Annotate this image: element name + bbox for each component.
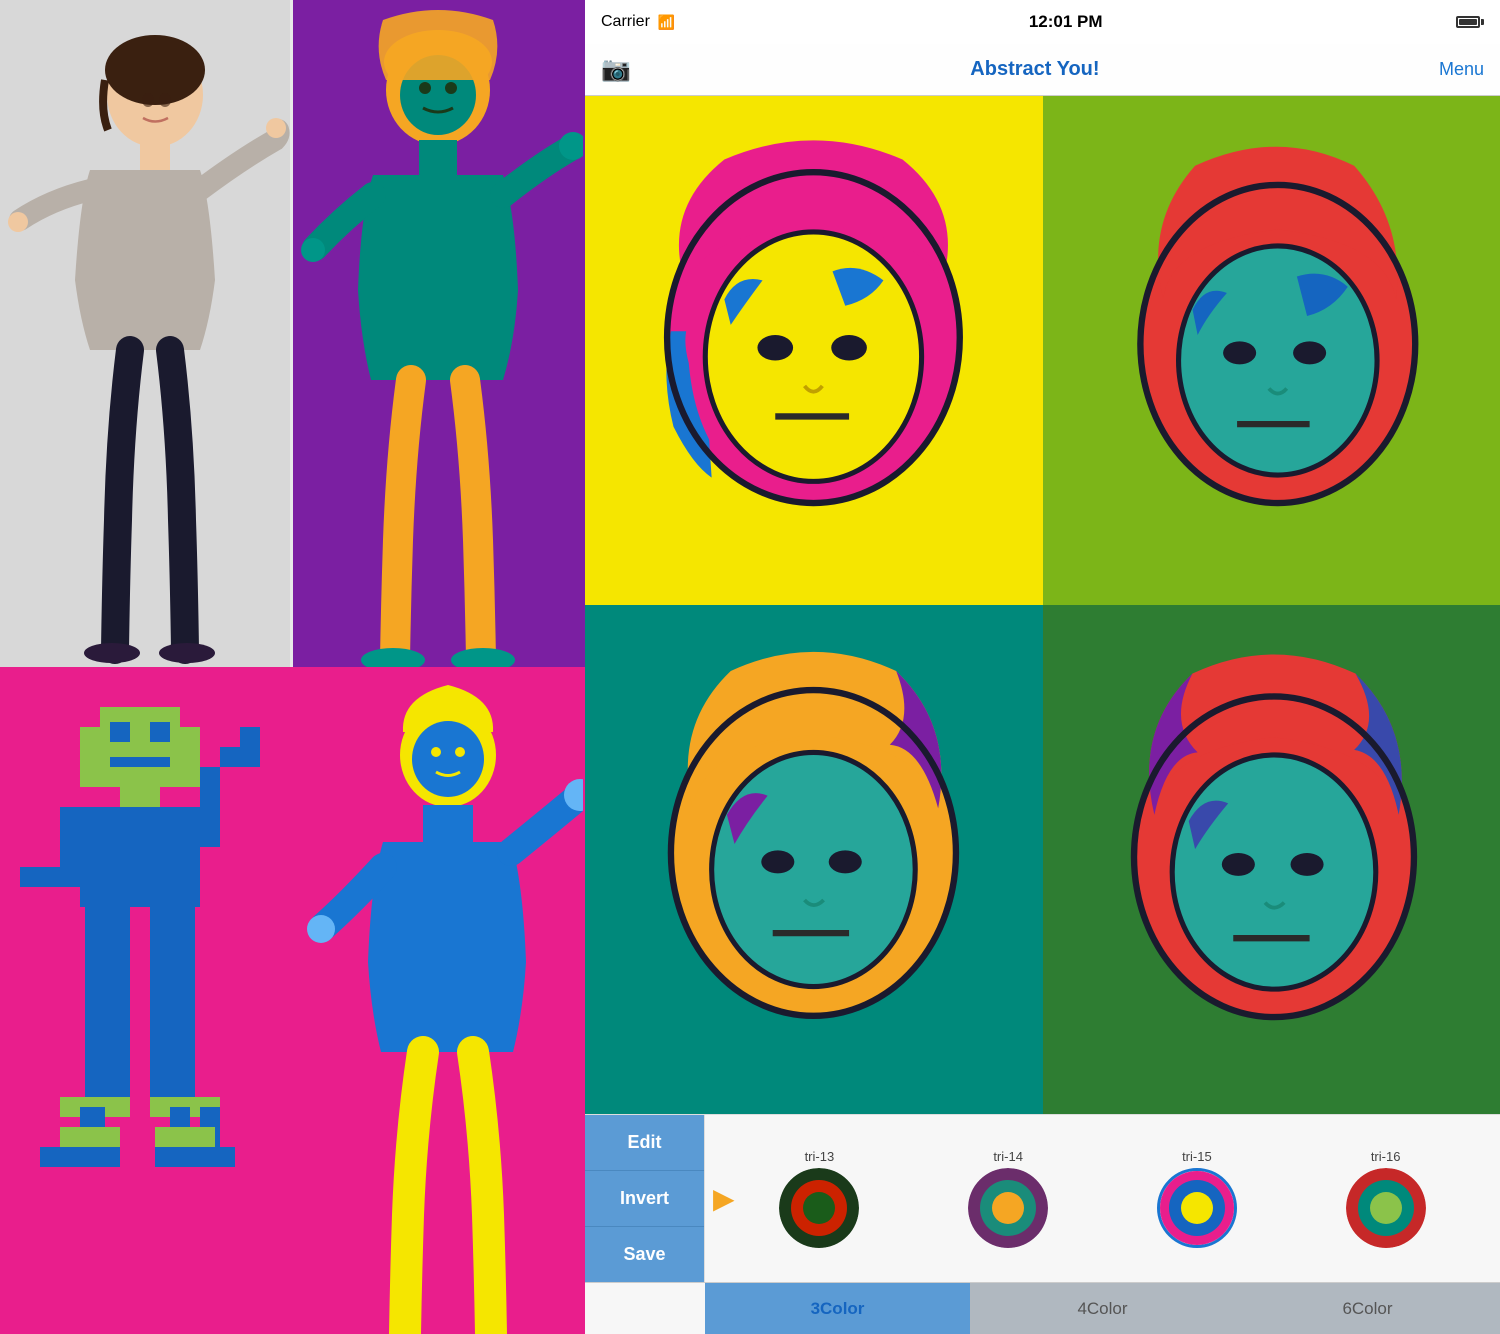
- save-button[interactable]: Save: [585, 1227, 704, 1282]
- swatch-tri16-circle: [1346, 1168, 1426, 1248]
- swatch-tri14-circle: [968, 1168, 1048, 1248]
- portrait-3: [619, 643, 1008, 1076]
- swatch-tri16[interactable]: tri-16: [1346, 1149, 1426, 1248]
- status-left: Carrier 📶: [601, 13, 675, 31]
- tab-3color[interactable]: 3Color: [705, 1283, 970, 1334]
- tab-spacer: [585, 1283, 705, 1334]
- photo-figure: [0, 0, 290, 667]
- grid-cell-2[interactable]: [1043, 96, 1500, 605]
- tab-6color[interactable]: 6Color: [1235, 1283, 1500, 1334]
- portrait-4: [1077, 643, 1466, 1076]
- swatch-tri14[interactable]: tri-14: [968, 1149, 1048, 1248]
- portrait-1: [619, 134, 1008, 567]
- swatch-tri15-label: tri-15: [1182, 1149, 1212, 1164]
- swatch-tri13-label: tri-13: [805, 1149, 835, 1164]
- menu-button[interactable]: Menu: [1439, 59, 1484, 80]
- image-grid: [585, 96, 1500, 1114]
- purple-figure: [293, 0, 583, 667]
- right-panel: Carrier 📶 12:01 PM 📷 Abstract You! Menu: [585, 0, 1500, 1334]
- swatch-tri13-circle: [779, 1168, 859, 1248]
- left-panel: [0, 0, 585, 1334]
- color-swatches: ▶ tri-13 tri-14: [705, 1115, 1500, 1282]
- arrow-right-icon: ▶: [713, 1182, 735, 1215]
- invert-button[interactable]: Invert: [585, 1171, 704, 1227]
- tab-4color[interactable]: 4Color: [970, 1283, 1235, 1334]
- carrier-label: Carrier: [601, 13, 650, 31]
- camera-icon[interactable]: 📷: [601, 55, 631, 84]
- yellow-blue-figure: [293, 667, 583, 1334]
- grid-cell-1[interactable]: [585, 96, 1043, 605]
- wifi-icon: 📶: [658, 14, 675, 31]
- quad-purple: [293, 0, 586, 667]
- swatch-tri15[interactable]: tri-15: [1157, 1149, 1237, 1248]
- quad-pixel: [0, 667, 293, 1334]
- quad-yellow-blue: [293, 667, 586, 1334]
- pixel-figure: [0, 667, 290, 1334]
- app-title: Abstract You!: [970, 58, 1099, 81]
- edit-button[interactable]: Edit: [585, 1115, 704, 1171]
- portrait-2: [1077, 134, 1466, 567]
- bottom-controls: Edit Invert Save ▶ tri-13: [585, 1114, 1500, 1334]
- time-display: 12:01 PM: [1029, 12, 1103, 32]
- status-bar: Carrier 📶 12:01 PM: [585, 0, 1500, 44]
- battery-icon: [1456, 16, 1484, 28]
- action-buttons: Edit Invert Save: [585, 1115, 705, 1282]
- tab-row: 3Color 4Color 6Color: [585, 1282, 1500, 1334]
- grid-cell-4[interactable]: [1043, 605, 1500, 1114]
- swatch-tri16-label: tri-16: [1371, 1149, 1401, 1164]
- swatch-tri14-label: tri-14: [993, 1149, 1023, 1164]
- nav-bar: 📷 Abstract You! Menu: [585, 44, 1500, 96]
- grid-cell-3[interactable]: [585, 605, 1043, 1114]
- controls-row: Edit Invert Save ▶ tri-13: [585, 1115, 1500, 1282]
- swatch-tri15-circle: [1157, 1168, 1237, 1248]
- swatch-tri13[interactable]: tri-13: [779, 1149, 859, 1248]
- quad-photo: [0, 0, 293, 667]
